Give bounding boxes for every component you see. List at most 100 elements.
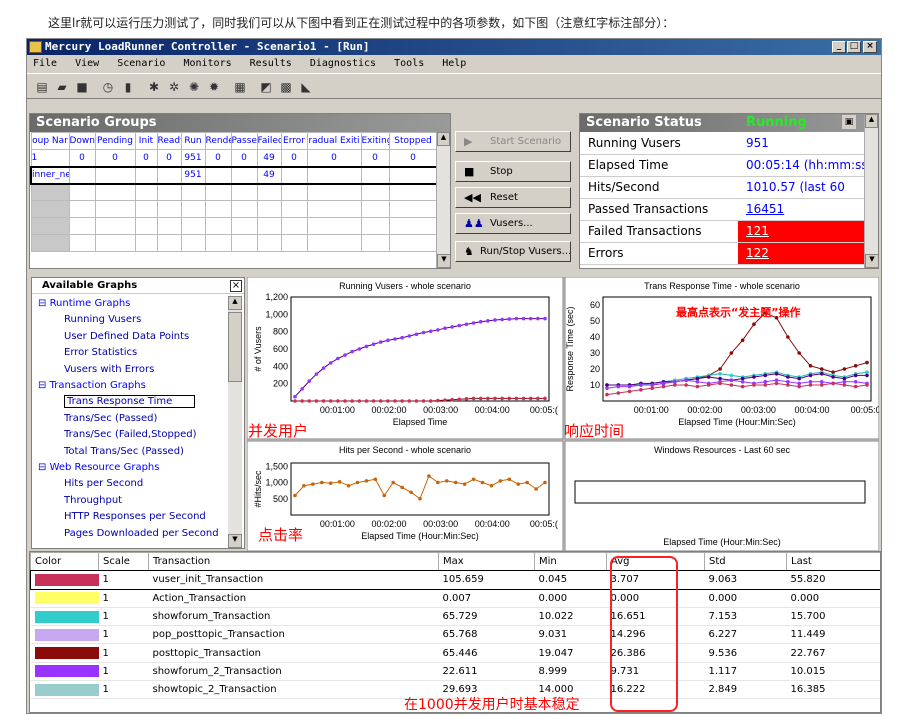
legend-header[interactable]: Transaction <box>148 552 439 572</box>
open-icon[interactable]: ▰ <box>53 79 71 95</box>
graph-tree-item[interactable]: Hits per Second <box>36 476 228 492</box>
graph-tree-item[interactable]: Trans/Sec (Failed,Stopped) <box>36 427 228 443</box>
graph-tree-group[interactable]: ⊟ Runtime Graphs <box>36 296 228 312</box>
close-button[interactable]: × <box>863 41 877 53</box>
vusers-button[interactable]: ♟♟ Vusers... <box>455 213 571 234</box>
graph-tree-item[interactable]: Total Trans/Sec (Passed) <box>36 444 228 460</box>
legend-header[interactable]: Std <box>704 552 787 572</box>
group-row-cell[interactable] <box>204 166 232 184</box>
graph-icon[interactable]: ◩ <box>257 79 275 95</box>
legend-row[interactable]: 1 showforum_Transaction 65.729 10.022 16.651… <box>30 607 880 627</box>
group-row-cell[interactable]: 49 <box>256 166 282 184</box>
legend-row[interactable]: 1 vuser_init_Transaction 105.659 0.045 3.707… <box>30 569 880 591</box>
menu-diagnostics[interactable]: Diagnostics <box>310 58 376 69</box>
data-point <box>842 380 847 384</box>
graph-tree-item[interactable]: Error Statistics <box>36 345 228 361</box>
menu-monitors[interactable]: Monitors <box>183 58 231 69</box>
group-row-cell[interactable] <box>68 166 96 184</box>
start-scenario-button[interactable]: ▶ Start Scenario <box>455 131 571 152</box>
legend-max: 65.729 <box>438 607 535 627</box>
graph-tree-item[interactable]: Vusers with Errors <box>36 362 228 378</box>
group-row-cell[interactable] <box>230 166 258 184</box>
legend-header[interactable]: Color <box>30 552 99 572</box>
scroll-down-icon[interactable]: ▼ <box>437 254 450 268</box>
scroll-up-icon[interactable]: ▲ <box>228 296 242 310</box>
graph-tree-item[interactable]: HTTP Responses per Second <box>36 509 228 525</box>
menu-results[interactable]: Results <box>250 58 292 69</box>
graph-tree-item[interactable]: Trans Response Time <box>36 394 228 410</box>
legend-header[interactable]: Min <box>534 552 607 572</box>
group-row-cell[interactable] <box>388 166 438 184</box>
status-scrollbar[interactable]: ▲ ▼ <box>864 114 878 268</box>
group-row-cell[interactable] <box>94 166 136 184</box>
menu-view[interactable]: View <box>75 58 99 69</box>
collapse-icon[interactable]: ⊟ <box>38 380 50 391</box>
collapse-icon[interactable]: ⊟ <box>38 298 50 309</box>
vuser-stop-icon[interactable]: ✲ <box>165 79 183 95</box>
graph-tree-item[interactable]: Pages Downloaded per Second <box>36 526 228 542</box>
graph-tree-item[interactable]: Trans/Sec (Passed) <box>36 411 228 427</box>
reset-button[interactable]: ◀◀ Reset <box>455 187 571 208</box>
status-value[interactable]: 121 <box>738 220 873 243</box>
status-value[interactable]: 16451 <box>738 198 873 221</box>
wizard-icon[interactable]: ◣ <box>297 79 315 95</box>
minimize-button[interactable]: _ <box>832 41 846 53</box>
scroll-down-icon[interactable]: ▼ <box>865 254 878 268</box>
legend-row[interactable]: 1 pop_posttopic_Transaction 65.768 9.031 14.… <box>30 625 880 645</box>
graph-tree-item[interactable]: Throughput <box>36 493 228 509</box>
data-point <box>443 326 447 330</box>
group-row-cell[interactable] <box>280 166 308 184</box>
graph-tree-item[interactable]: User Defined Data Points <box>36 329 228 345</box>
y-tick-label: 400 <box>273 361 288 371</box>
data-point <box>436 480 440 485</box>
new-icon[interactable]: ▤ <box>33 79 51 95</box>
group-row-cell[interactable] <box>134 166 158 184</box>
group-row-cell[interactable]: 951 <box>180 166 206 184</box>
menu-scenario[interactable]: Scenario <box>117 58 165 69</box>
graph-tree-item[interactable]: Running Vusers <box>36 312 228 328</box>
graph-tree-group[interactable]: ⊟ Web Resource Graphs <box>36 460 228 476</box>
data-point <box>605 386 609 390</box>
legend-header[interactable]: Scale <box>98 552 149 572</box>
scroll-thumb[interactable] <box>228 312 242 382</box>
vuser-run-icon[interactable]: ✱ <box>145 79 163 95</box>
tree-scrollbar[interactable]: ▲ ▼ <box>228 296 242 548</box>
results-icon[interactable]: ▮ <box>119 79 137 95</box>
menu-tools[interactable]: Tools <box>394 58 424 69</box>
group-row-cell[interactable] <box>156 166 182 184</box>
menu-file[interactable]: File <box>33 58 57 69</box>
legend-header[interactable]: Last <box>786 552 880 572</box>
data-point <box>763 373 768 378</box>
empty-cell <box>30 200 70 218</box>
maximize-button[interactable]: □ <box>847 41 861 53</box>
collapse-icon[interactable]: ⊟ <box>38 462 50 473</box>
scroll-up-icon[interactable]: ▲ <box>865 114 878 128</box>
stop-button[interactable]: ■ Stop <box>455 161 571 182</box>
save-icon[interactable]: ■ <box>73 79 91 95</box>
close-graphs-icon[interactable]: × <box>230 280 242 292</box>
group-row-cell[interactable]: inner_ne <box>30 166 70 184</box>
legend-row[interactable]: 1 Action_Transaction 0.007 0.000 0.000 0.000 0… <box>30 589 880 608</box>
status-value[interactable]: 122 <box>738 242 873 265</box>
detach-icon[interactable]: ▣ <box>842 115 856 129</box>
legend-row[interactable]: 1 posttopic_Transaction 65.446 19.047 26.386… <box>30 643 880 663</box>
layout-icon[interactable]: ▦ <box>231 79 249 95</box>
scroll-down-icon[interactable]: ▼ <box>228 534 242 548</box>
analysis-icon[interactable]: ✹ <box>205 79 223 95</box>
group-row-cell[interactable] <box>306 166 362 184</box>
menu-help[interactable]: Help <box>442 58 466 69</box>
data-point <box>661 381 666 386</box>
graph-tree-group[interactable]: ⊟ Transaction Graphs <box>36 378 228 394</box>
legend-last: 15.700 <box>786 607 880 627</box>
chart-icon[interactable]: ▩ <box>277 79 295 95</box>
scroll-up-icon[interactable]: ▲ <box>437 132 450 146</box>
legend-row[interactable]: 1 showforum_2_Transaction 22.611 8.999 9.731… <box>30 662 880 682</box>
legend-header[interactable]: Max <box>438 552 535 572</box>
groups-scrollbar[interactable]: ▲ ▼ <box>436 132 450 268</box>
monitor-icon[interactable]: ✺ <box>185 79 203 95</box>
groups-total-cell: 0 <box>388 149 438 167</box>
schedule-icon[interactable]: ◷ <box>99 79 117 95</box>
legend-scale: 1 <box>98 589 149 608</box>
run-stop-vusers-button[interactable]: ♞ Run/Stop Vusers... <box>455 241 571 262</box>
group-row-cell[interactable] <box>360 166 390 184</box>
